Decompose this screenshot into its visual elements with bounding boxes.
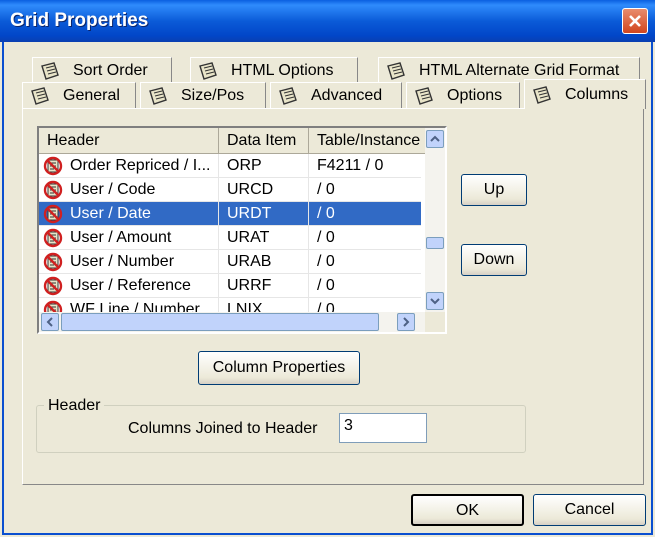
table-row[interactable]: Order Repriced / I... ORP F4211 / 0 xyxy=(39,154,421,178)
cell-data-item: ORP xyxy=(219,154,309,177)
cell-data-item: URCD xyxy=(219,178,309,201)
tab-page-icon xyxy=(41,61,59,80)
tab-page-icon xyxy=(533,85,551,104)
down-button[interactable]: Down xyxy=(461,244,527,276)
scroll-down-button[interactable] xyxy=(426,292,444,310)
tab-html-options[interactable]: HTML Options xyxy=(190,57,358,83)
tab-sort-order[interactable]: Sort Order xyxy=(32,57,172,83)
chevron-up-icon xyxy=(430,135,440,142)
cancel-button[interactable]: Cancel xyxy=(533,494,646,526)
cell-table-instance: / 0 xyxy=(317,253,335,270)
cell-data-item: URAT xyxy=(219,226,309,249)
column-header-data-item[interactable]: Data Item xyxy=(219,128,309,154)
columns-joined-input[interactable]: 3 xyxy=(339,413,427,443)
cell-header-text: User / Number xyxy=(70,252,175,270)
cell-data-item: URAB xyxy=(219,250,309,273)
table-row[interactable]: User / Date URDT / 0 xyxy=(39,202,421,226)
tab-size-pos[interactable]: Size/Pos xyxy=(140,82,266,108)
cell-header: User / Reference xyxy=(39,274,219,297)
cell-data-item: URDT xyxy=(219,202,309,225)
tab-label: Columns xyxy=(565,85,629,103)
ok-button[interactable]: OK xyxy=(411,494,524,526)
horizontal-scrollbar[interactable] xyxy=(39,312,427,332)
cell-data-item: URRF xyxy=(219,274,309,297)
cell-table-instance: F4211 / 0 xyxy=(317,157,384,174)
vertical-scrollbar[interactable] xyxy=(425,128,445,314)
table-row[interactable]: User / Amount URAT / 0 xyxy=(39,226,421,250)
tab-page-icon xyxy=(279,86,297,105)
cell-header: User / Date xyxy=(39,202,219,225)
tab-page-icon xyxy=(387,61,405,80)
tab-label: Advanced xyxy=(311,86,383,104)
column-header-table-instance[interactable]: Table/Instance xyxy=(309,128,427,154)
tab-page-icon xyxy=(149,86,167,105)
window-title: Grid Properties xyxy=(10,10,149,31)
tab-label: Size/Pos xyxy=(181,86,245,104)
chevron-right-icon xyxy=(403,317,410,327)
up-button[interactable]: Up xyxy=(461,174,527,206)
tab-page-icon xyxy=(199,61,217,80)
tab-label: HTML Options xyxy=(231,61,334,79)
cell-header-text: User / Date xyxy=(70,204,151,222)
cell-header: User / Amount xyxy=(39,226,219,249)
header-group-legend: Header xyxy=(44,397,105,415)
column-hidden-icon xyxy=(43,180,63,199)
tab-advanced[interactable]: Advanced xyxy=(270,82,402,108)
column-hidden-icon xyxy=(43,252,63,271)
chevron-down-icon xyxy=(430,298,440,305)
cell-header: User / Code xyxy=(39,178,219,201)
column-hidden-icon xyxy=(43,156,63,175)
tab-label: General xyxy=(63,86,120,104)
close-icon xyxy=(629,15,641,27)
tab-options[interactable]: Options xyxy=(406,82,520,108)
grid-rows: Order Repriced / I... ORP F4211 / 0 User / … xyxy=(39,154,421,322)
cell-header: Order Repriced / I... xyxy=(39,154,219,177)
cell-header-text: User / Reference xyxy=(70,276,191,294)
cell-table-instance: / 0 xyxy=(317,181,335,198)
scroll-left-button[interactable] xyxy=(41,313,59,331)
tab-label: HTML Alternate Grid Format xyxy=(419,61,620,79)
tab-label: Sort Order xyxy=(73,61,148,79)
column-hidden-icon xyxy=(43,276,63,295)
close-button[interactable] xyxy=(622,8,648,34)
tab-label: Options xyxy=(447,86,503,104)
tab-page-icon xyxy=(415,86,433,105)
scroll-right-button[interactable] xyxy=(397,313,415,331)
cell-header-text: Order Repriced / I... xyxy=(70,156,211,174)
cell-table-instance: / 0 xyxy=(317,205,335,222)
grid-header: Header Data Item Table/Instance xyxy=(39,128,427,154)
tab-columns[interactable]: Columns xyxy=(524,79,646,109)
columns-joined-label: Columns Joined to Header xyxy=(128,420,318,437)
column-hidden-icon xyxy=(43,204,63,223)
title-bar[interactable]: Grid Properties xyxy=(0,0,655,42)
chevron-left-icon xyxy=(46,317,53,327)
scrollbar-corner xyxy=(425,312,445,332)
columns-grid[interactable]: Header Data Item Table/Instance Order Re… xyxy=(37,126,447,334)
cell-header-text: User / Code xyxy=(70,180,156,198)
cell-header: User / Number xyxy=(39,250,219,273)
cell-table-instance: / 0 xyxy=(317,229,335,246)
vertical-scroll-thumb[interactable] xyxy=(426,237,444,249)
table-row[interactable]: User / Code URCD / 0 xyxy=(39,178,421,202)
table-row[interactable]: User / Reference URRF / 0 xyxy=(39,274,421,298)
column-header-header[interactable]: Header xyxy=(39,128,219,154)
column-hidden-icon xyxy=(43,228,63,247)
scroll-up-button[interactable] xyxy=(426,130,444,148)
horizontal-scroll-thumb[interactable] xyxy=(61,313,379,331)
cell-header-text: User / Amount xyxy=(70,228,172,246)
table-row[interactable]: User / Number URAB / 0 xyxy=(39,250,421,274)
tab-general[interactable]: General xyxy=(22,82,136,108)
cell-table-instance: / 0 xyxy=(317,277,335,294)
column-properties-button[interactable]: Column Properties xyxy=(198,351,360,385)
tab-page-icon xyxy=(31,86,49,105)
